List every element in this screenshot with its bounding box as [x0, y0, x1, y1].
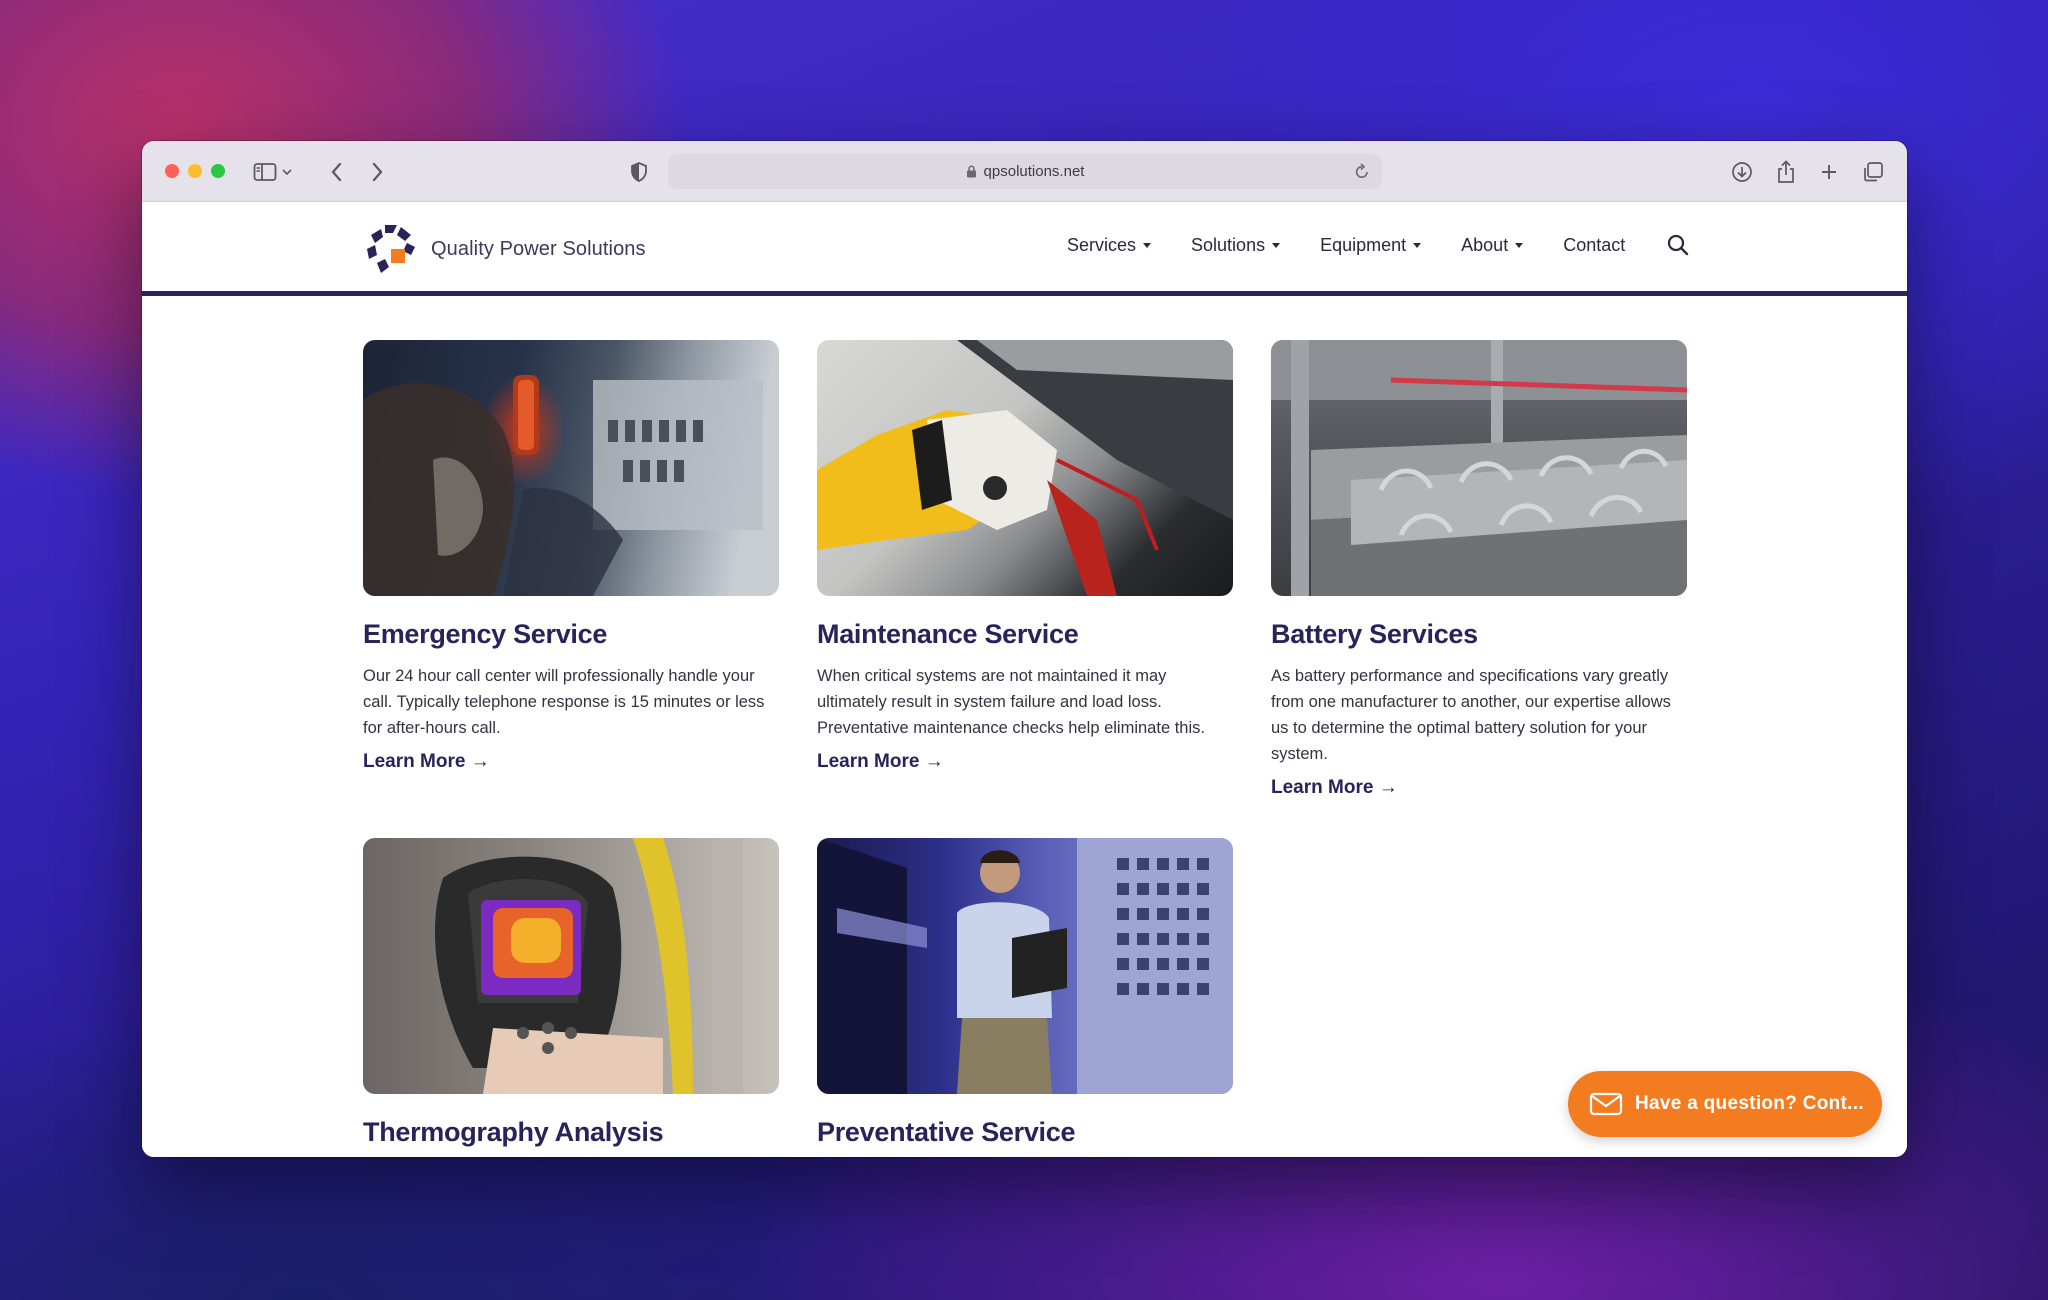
caret-down-icon	[1413, 243, 1422, 248]
card-description: Our 24 hour call center will professiona…	[363, 667, 765, 737]
window-controls	[165, 164, 225, 178]
sidebar-toggle-icon[interactable]	[250, 157, 280, 187]
nav-item-solutions[interactable]: Solutions	[1191, 235, 1281, 256]
card-description: When critical systems are not maintained…	[817, 667, 1205, 737]
chat-button-label: Have a question? Cont...	[1635, 1093, 1864, 1114]
nav-item-label: Services	[1067, 235, 1137, 255]
chevron-down-icon[interactable]	[278, 157, 296, 187]
new-tab-icon[interactable]	[1814, 157, 1844, 187]
close-window-button[interactable]	[165, 164, 179, 178]
lock-icon	[966, 165, 977, 178]
site-logo[interactable]: Quality Power Solutions	[363, 221, 646, 277]
download-icon[interactable]	[1727, 157, 1757, 187]
learn-more-link[interactable]: Learn More →	[1271, 777, 1398, 799]
card-image[interactable]	[363, 340, 779, 596]
site-header: Quality Power Solutions Services Solutio…	[142, 202, 1907, 296]
card-image[interactable]	[1271, 340, 1687, 596]
minimize-window-button[interactable]	[188, 164, 202, 178]
card-title: Battery Services	[1271, 619, 1478, 649]
forward-arrow-icon[interactable]	[362, 157, 392, 187]
card-image[interactable]	[363, 838, 779, 1094]
card-title: Maintenance Service	[817, 619, 1079, 649]
caret-down-icon	[1272, 243, 1281, 248]
web-page: Quality Power Solutions Services Solutio…	[142, 202, 1907, 1157]
service-card-thermography: Thermography Analysis	[363, 838, 779, 1148]
share-icon[interactable]	[1771, 157, 1801, 187]
logo-mark-icon	[367, 225, 415, 273]
tab-overview-icon[interactable]	[1858, 157, 1888, 187]
service-card-emergency: Emergency Service Our 24 hour call cente…	[363, 340, 779, 773]
main-navigation: Services Solutions Equipment About Conta…	[1067, 235, 1665, 256]
reload-icon[interactable]	[1354, 162, 1370, 184]
back-arrow-icon[interactable]	[322, 157, 352, 187]
service-card-maintenance: Maintenance Service When critical system…	[817, 340, 1233, 773]
logo-text: Quality Power Solutions	[431, 237, 646, 260]
privacy-shield-icon[interactable]	[624, 157, 654, 187]
url-text: qpsolutions.net	[983, 163, 1085, 180]
learn-more-link[interactable]: Learn More →	[817, 751, 944, 773]
service-card-preventative: Preventative Service	[817, 838, 1233, 1148]
nav-item-label: Solutions	[1191, 235, 1266, 255]
browser-window: qpsolutions.net Quality Power Solutions …	[142, 141, 1907, 1157]
maximize-window-button[interactable]	[211, 164, 225, 178]
nav-item-label: Contact	[1563, 235, 1626, 255]
caret-down-icon	[1515, 243, 1524, 248]
nav-item-label: About	[1461, 235, 1509, 255]
card-image[interactable]	[817, 838, 1233, 1094]
nav-item-about[interactable]: About	[1461, 235, 1524, 256]
card-image[interactable]	[817, 340, 1233, 596]
card-title: Thermography Analysis	[363, 1117, 664, 1147]
address-bar[interactable]: qpsolutions.net	[668, 154, 1382, 189]
contact-chat-button[interactable]: Have a question? Cont...	[1568, 1071, 1882, 1137]
nav-item-contact[interactable]: Contact	[1563, 235, 1625, 256]
caret-down-icon	[1143, 243, 1152, 248]
nav-item-services[interactable]: Services	[1067, 235, 1152, 256]
mail-icon	[1589, 1092, 1623, 1116]
card-title: Emergency Service	[363, 619, 608, 649]
learn-more-link[interactable]: Learn More →	[363, 751, 490, 773]
service-card-battery: Battery Services As battery performance …	[1271, 340, 1687, 799]
card-title: Preventative Service	[817, 1117, 1076, 1147]
search-icon[interactable]	[1666, 233, 1690, 262]
nav-item-equipment[interactable]: Equipment	[1320, 235, 1422, 256]
card-description: As battery performance and specification…	[1271, 667, 1671, 763]
browser-toolbar: qpsolutions.net	[142, 141, 1907, 202]
nav-item-label: Equipment	[1320, 235, 1407, 255]
